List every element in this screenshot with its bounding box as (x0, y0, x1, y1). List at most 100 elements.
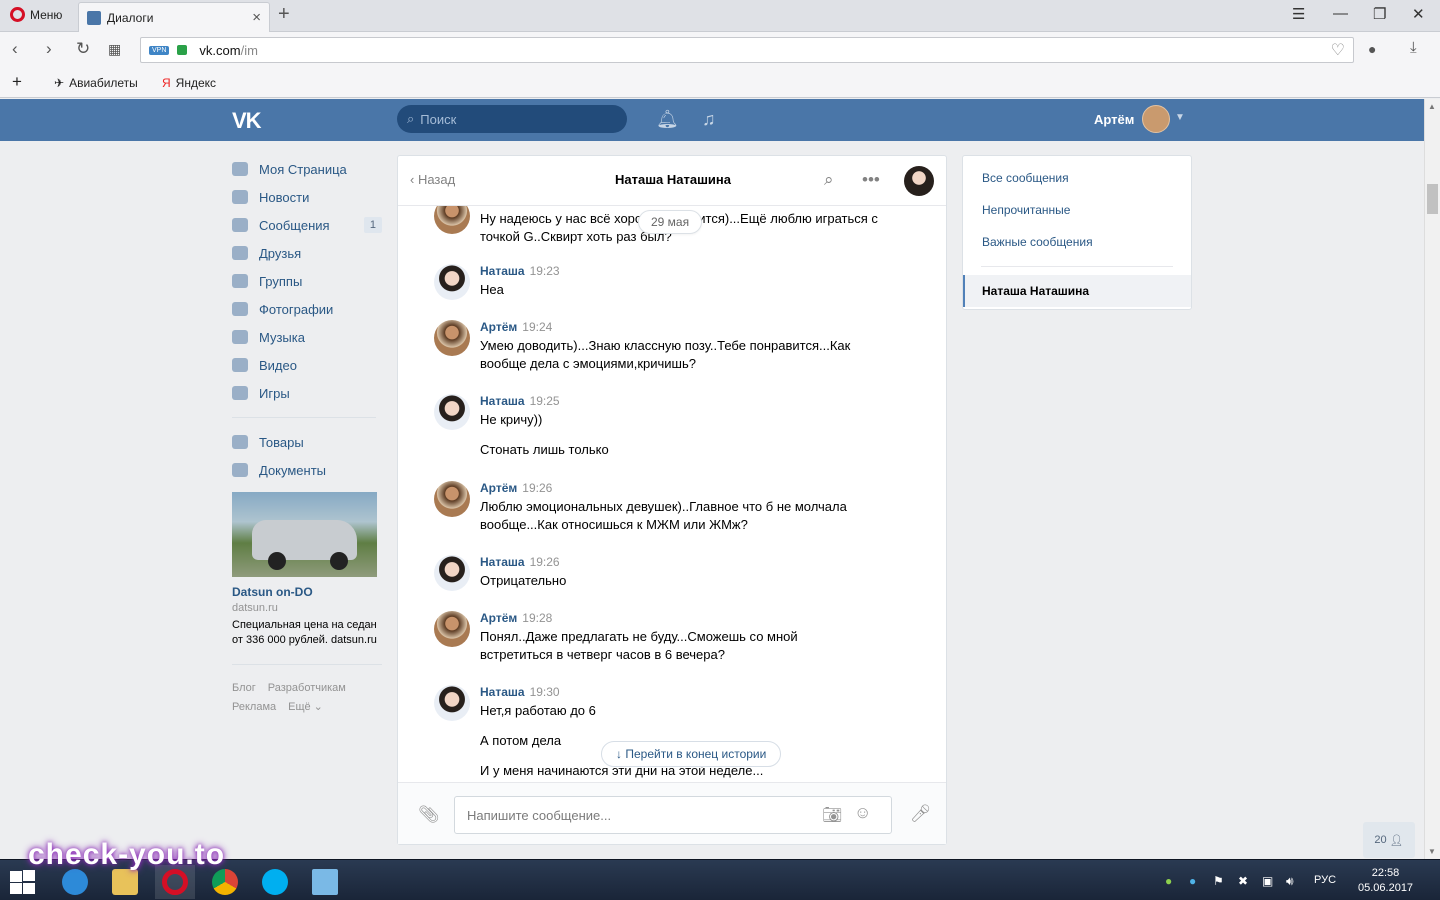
author-avatar[interactable] (434, 264, 470, 300)
message-time[interactable]: 19:24 (522, 320, 552, 334)
new-tab-button[interactable]: + (278, 3, 290, 26)
message-author[interactable]: Наташа (480, 264, 525, 278)
paperclip-icon[interactable]: 📎︎ (418, 805, 440, 825)
message-author[interactable]: Наташа (480, 555, 525, 569)
chrome-icon (212, 869, 238, 895)
goto-end-button[interactable]: ↓ Перейти в конец истории (601, 741, 782, 767)
browser-tab-dialogs[interactable]: Диалоги × (78, 2, 270, 32)
reload-icon[interactable]: ↻ (76, 39, 90, 59)
sidebar-item-games[interactable]: Игры (232, 379, 382, 407)
sidebar-item-news[interactable]: Новости (232, 183, 382, 211)
author-avatar[interactable] (434, 206, 470, 234)
speed-dial-icon[interactable]: ▦ (108, 41, 121, 58)
footer-link-devs[interactable]: Разработчикам (268, 682, 346, 694)
scroll-thumb[interactable] (1427, 184, 1438, 214)
taskbar-desktop[interactable] (305, 865, 345, 899)
opera-menu-button[interactable]: Меню (10, 7, 62, 22)
message-time[interactable]: 19:25 (530, 394, 560, 408)
vpn-badge[interactable]: VPN (149, 45, 170, 55)
more-icon[interactable]: ••• (862, 170, 880, 190)
filter-important[interactable]: Важные сообщения (963, 226, 1191, 258)
sidebar-item-music[interactable]: Музыка (232, 323, 382, 351)
scroll-down-arrow-icon[interactable]: ▼ (1428, 847, 1436, 856)
author-avatar[interactable] (434, 685, 470, 721)
bell-icon[interactable]: 🔔︎ (656, 109, 679, 130)
user-name[interactable]: Артём (1094, 112, 1134, 127)
filter-all-messages[interactable]: Все сообщения (963, 162, 1191, 194)
sidebar-item-goods[interactable]: Товары (232, 428, 382, 456)
bookmark-heart-icon[interactable]: ♡ (1331, 40, 1345, 60)
restore-button[interactable]: ❐ (1373, 5, 1386, 23)
message-author[interactable]: Артём (480, 611, 517, 625)
search-input[interactable] (420, 111, 601, 127)
filter-unread[interactable]: Непрочитанные (963, 194, 1191, 226)
search-icon[interactable]: ⌕ (824, 170, 834, 190)
tray-clock[interactable]: 22:58 05.06.2017 (1358, 866, 1413, 896)
forward-arrow-icon[interactable]: › (46, 39, 52, 59)
chevron-down-icon[interactable]: ▼ (1175, 112, 1185, 123)
taskbar-skype[interactable] (255, 865, 295, 899)
add-bookmark-icon[interactable]: + (12, 72, 22, 92)
ad-title[interactable]: Datsun on-DO (232, 585, 382, 599)
message-history[interactable]: Ну надеюсь у нас всё хорошо получится)..… (398, 206, 946, 782)
left-sidebar: Моя Страница Новости Сообщения 1 Друзья Г… (232, 155, 382, 717)
sidebar-item-video[interactable]: Видео (232, 351, 382, 379)
lock-icon[interactable] (177, 45, 188, 55)
vpn-status-icon[interactable]: ● (1368, 41, 1376, 57)
tray-tools-icon[interactable]: ✖ (1238, 874, 1248, 888)
message-time[interactable]: 19:26 (530, 555, 560, 569)
contact-avatar[interactable] (904, 166, 934, 196)
back-arrow-icon[interactable]: ‹ (12, 39, 18, 59)
tab-close-icon[interactable]: × (252, 9, 261, 26)
tray-leaf-icon[interactable]: ● (1165, 874, 1172, 888)
tray-e-icon[interactable]: ● (1189, 874, 1196, 888)
camera-icon[interactable]: 📷︎ (822, 805, 842, 825)
tab-menu-icon[interactable]: ☰ (1292, 5, 1305, 23)
sidebar-item-my-page[interactable]: Моя Страница (232, 155, 382, 183)
bookmark-yandex[interactable]: Я Яндекс (162, 76, 216, 90)
bookmark-aviabilety[interactable]: ✈ Авиабилеты (54, 76, 138, 90)
message-author[interactable]: Артём (480, 481, 517, 495)
footer-link-ads[interactable]: Реклама (232, 701, 276, 713)
vk-logo[interactable]: VK (232, 108, 262, 134)
active-dialog-item[interactable]: Наташа Наташина (963, 275, 1191, 307)
scroll-up-arrow-icon[interactable]: ▲ (1428, 102, 1436, 111)
close-window-button[interactable]: ✕ (1412, 5, 1425, 23)
tray-language[interactable]: РУС (1314, 874, 1336, 886)
music-note-icon[interactable]: ♫ (702, 109, 716, 130)
sidebar-item-friends[interactable]: Друзья (232, 239, 382, 267)
message-time[interactable]: 19:30 (530, 685, 560, 699)
message-time[interactable]: 19:28 (522, 611, 552, 625)
windows-start-button[interactable] (8, 869, 36, 895)
tray-network-icon[interactable]: ▣ (1262, 874, 1273, 888)
author-avatar[interactable] (434, 611, 470, 647)
address-bar[interactable]: VPN vk.com/im ♡ (140, 37, 1354, 63)
footer-link-more[interactable]: Ещё ⌄ (288, 701, 323, 713)
author-avatar[interactable] (434, 555, 470, 591)
message-time[interactable]: 19:26 (522, 481, 552, 495)
author-avatar[interactable] (434, 394, 470, 430)
smile-icon[interactable]: ☺ (854, 803, 871, 823)
author-avatar[interactable] (434, 320, 470, 356)
sidebar-item-photos[interactable]: Фотографии (232, 295, 382, 323)
sidebar-item-documents[interactable]: Документы (232, 456, 382, 484)
ad-domain[interactable]: datsun.ru (232, 602, 382, 614)
page-scrollbar[interactable]: ▲ ▼ (1424, 99, 1440, 859)
sidebar-item-groups[interactable]: Группы (232, 267, 382, 295)
online-friends-button[interactable]: 20 👤︎ (1363, 822, 1415, 858)
message-time[interactable]: 19:23 (530, 264, 560, 278)
vk-search-box[interactable]: ⌕ (397, 105, 627, 133)
footer-link-blog[interactable]: Блог (232, 682, 256, 694)
user-avatar[interactable] (1142, 105, 1170, 133)
tray-volume-icon[interactable]: 🔊︎ (1286, 874, 1294, 889)
sidebar-item-messages[interactable]: Сообщения 1 (232, 211, 382, 239)
ad-image[interactable] (232, 492, 377, 577)
minimize-button[interactable]: — (1333, 5, 1348, 22)
message-author[interactable]: Наташа (480, 685, 525, 699)
tray-flag-icon[interactable]: ⚑ (1213, 874, 1224, 888)
microphone-icon[interactable]: 🎤︎ (910, 804, 932, 824)
download-icon[interactable]: ⤓ (1410, 39, 1417, 56)
message-author[interactable]: Наташа (480, 394, 525, 408)
message-author[interactable]: Артём (480, 320, 517, 334)
author-avatar[interactable] (434, 481, 470, 517)
